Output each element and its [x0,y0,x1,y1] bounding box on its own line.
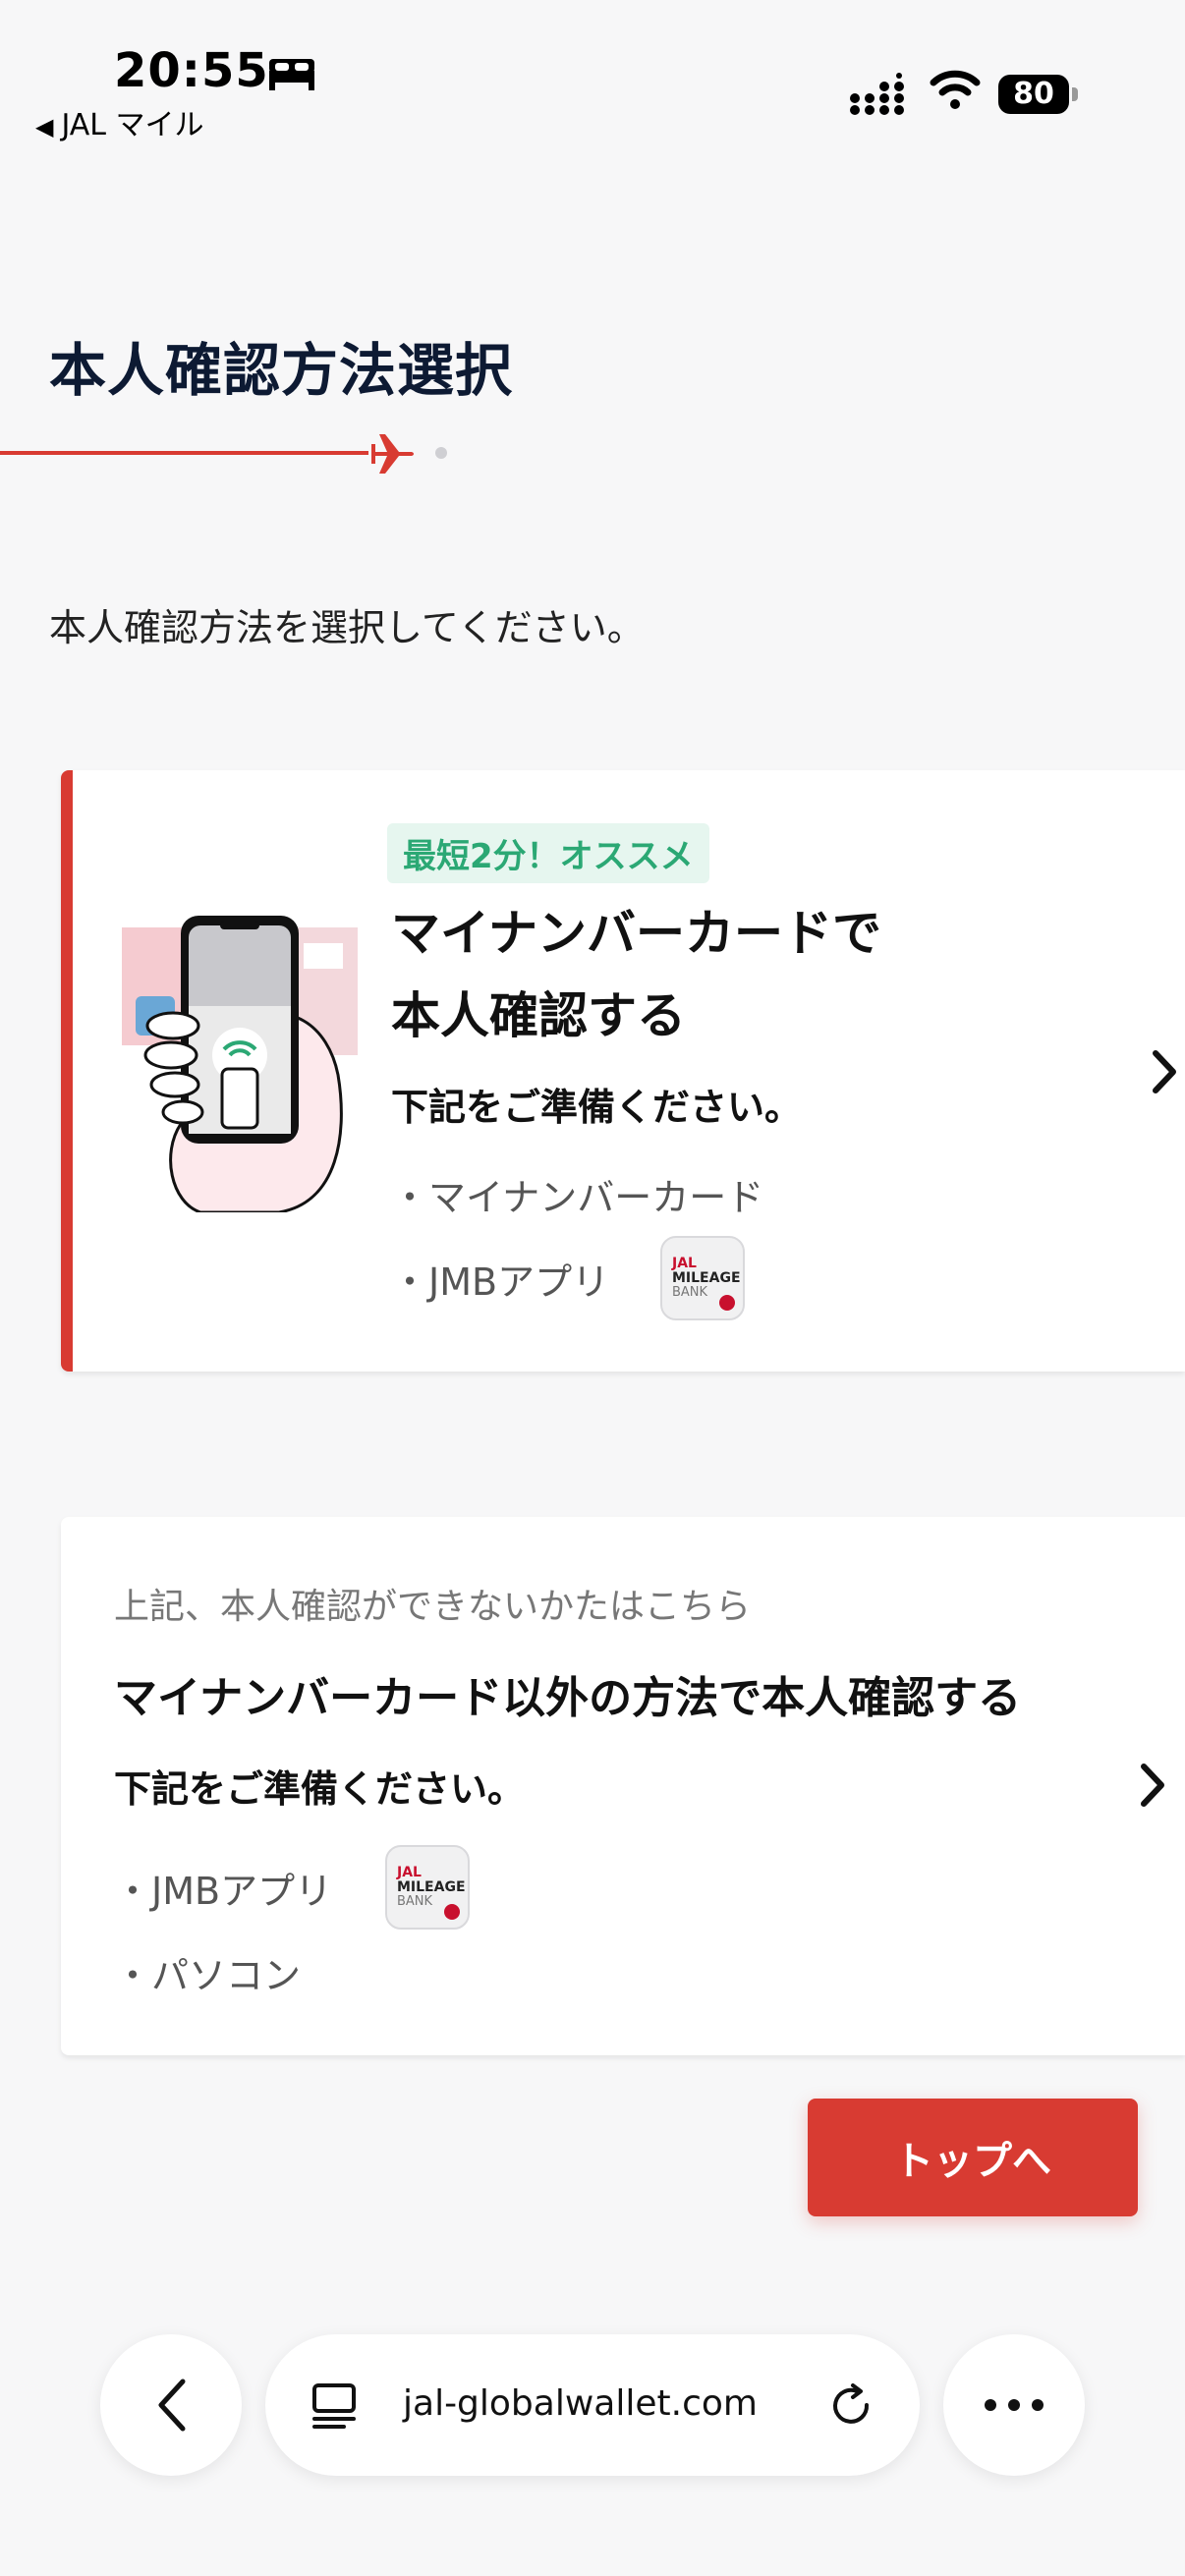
app-icon-text: BANK [672,1285,708,1300]
back-to-app-link[interactable]: ◀ JAL マイル [35,100,204,143]
requirement-item: ・パソコン [114,1954,302,1997]
top-page-button[interactable]: トップへ [808,2099,1138,2216]
mynumber-title-line1: マイナンバーカードで [391,905,881,962]
signal-icon [850,73,904,115]
back-chevron-icon [158,2379,186,2432]
status-bar: 20:55 ◀ JAL マイル 80 [0,0,1185,147]
airplane-icon [371,434,414,474]
battery-indicator: 80 [998,75,1079,114]
step-progress-line [0,451,368,455]
app-icon-text: JAL [672,1256,697,1271]
chevron-right-icon [1141,1764,1164,1807]
status-time: 20:55 [114,43,269,98]
jmb-app-icon: JAL MILEAGE BANK [385,1845,470,1930]
jmb-app-icon: JAL MILEAGE BANK [660,1236,745,1320]
browser-back-button[interactable] [100,2334,242,2476]
battery-cap [1072,87,1078,101]
wifi-icon [930,70,981,109]
other-method-note: 上記、本人確認ができないかたはこちら [114,1587,752,1627]
reload-icon[interactable] [827,2381,876,2431]
app-icon-text: MILEAGE [672,1270,741,1286]
tabs-icon[interactable] [310,2381,358,2429]
page-title: 本人確認方法選択 [49,337,514,404]
mynumber-title-line2: 本人確認する [391,987,686,1044]
chevron-right-icon [1153,1050,1176,1093]
requirement-item: ・JMBアプリ [114,1870,333,1913]
step-dot [435,447,447,459]
recommended-badge: 最短2分！オススメ [387,823,709,883]
crane-logo-icon [444,1904,460,1920]
url-bar[interactable]: jal-globalwallet.com [265,2334,920,2476]
crane-logo-icon [719,1295,735,1311]
app-icon-text: JAL [397,1865,422,1880]
requirement-item: ・マイナンバーカード [391,1176,764,1219]
phone-nfc-illustration [122,916,358,1212]
other-prep-label: 下記をご準備ください。 [114,1767,526,1811]
back-app-label: JAL マイル [61,108,204,142]
more-options-button[interactable] [943,2334,1085,2476]
other-verification-card[interactable]: 上記、本人確認ができないかたはこちら マイナンバーカード以外の方法で本人確認する… [61,1517,1185,2055]
bed-icon [269,59,314,90]
more-icon [985,2399,1044,2411]
mynumber-prep-label: 下記をご準備ください。 [391,1086,803,1129]
back-triangle-icon: ◀ [35,113,54,140]
battery-level: 80 [998,75,1069,114]
instruction-text: 本人確認方法を選択してください。 [49,606,645,649]
other-method-title: マイナンバーカード以外の方法で本人確認する [114,1673,1022,1723]
mynumber-verification-card[interactable]: 最短2分！オススメ マイナンバーカードで 本人確認する 下記をご準備ください。 … [61,770,1185,1372]
requirement-item: ・JMBアプリ [391,1260,610,1304]
app-icon-text: MILEAGE [397,1879,466,1895]
app-icon-text: BANK [397,1894,433,1909]
mynumber-card-title: マイナンバーカードで 本人確認する [391,892,1099,1057]
url-text: jal-globalwallet.com [403,2383,758,2424]
